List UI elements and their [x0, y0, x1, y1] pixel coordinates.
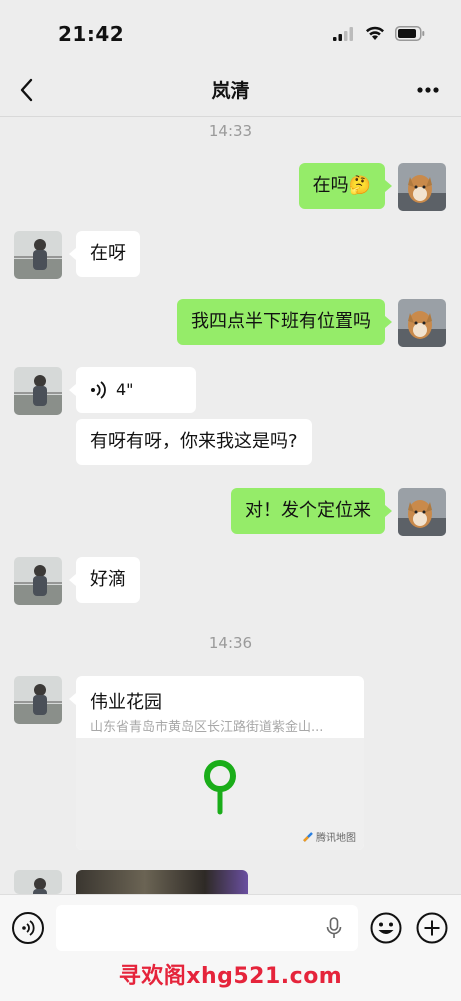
timestamp: 14:36	[208, 634, 253, 652]
plus-icon[interactable]	[416, 912, 448, 944]
sent-message[interactable]: 对！发个定位来	[231, 488, 385, 534]
battery-icon	[395, 26, 425, 41]
wifi-icon	[366, 26, 384, 40]
received-message[interactable]: 好滴	[76, 557, 140, 603]
contact-avatar[interactable]	[14, 367, 62, 415]
status-icons	[333, 26, 425, 41]
more-icon[interactable]	[415, 78, 441, 102]
voice-input-button[interactable]	[12, 912, 44, 944]
sent-message[interactable]: 在吗🤔	[298, 163, 385, 209]
my-avatar[interactable]	[398, 163, 446, 211]
contact-avatar[interactable]	[14, 557, 62, 605]
signal-icon	[333, 26, 353, 41]
contact-avatar[interactable]	[14, 676, 62, 724]
tencent-map-icon	[303, 831, 313, 842]
location-name: 伟业花园	[90, 692, 162, 713]
timestamp: 14:33	[208, 122, 253, 140]
watermark: 寻欢阁xhg521.com	[118, 964, 343, 989]
received-message[interactable]: 有呀有呀，你来我这是吗?	[76, 419, 312, 465]
location-address: 山东省青岛市黄岛区长江路街道紫金山...	[90, 720, 324, 735]
my-avatar[interactable]	[398, 299, 446, 347]
location-message[interactable]: 伟业花园 山东省青岛市黄岛区长江路街道紫金山... 腾讯地图	[76, 676, 364, 850]
contact-avatar[interactable]	[14, 231, 62, 279]
location-map[interactable]: 腾讯地图	[76, 738, 364, 850]
sent-message[interactable]: 我四点半下班有位置吗	[177, 299, 385, 345]
voice-icon	[22, 920, 35, 936]
received-message[interactable]: 在呀	[76, 231, 140, 277]
status-time: 21:42	[58, 22, 125, 46]
message-input[interactable]	[56, 905, 358, 951]
map-pin-icon	[204, 760, 236, 815]
my-avatar[interactable]	[398, 488, 446, 536]
emoji-icon[interactable]	[370, 912, 402, 944]
mic-icon[interactable]	[326, 917, 342, 939]
contact-avatar[interactable]	[14, 870, 62, 894]
voice-message[interactable]: 4"	[76, 367, 196, 413]
chat-header: 岚清	[0, 64, 461, 117]
voice-wave-icon	[91, 381, 106, 399]
status-bar: 21:42	[0, 0, 461, 64]
map-brand: 腾讯地图	[303, 829, 356, 844]
voice-duration: 4"	[116, 380, 134, 399]
chat-title: 岚清	[211, 80, 250, 102]
